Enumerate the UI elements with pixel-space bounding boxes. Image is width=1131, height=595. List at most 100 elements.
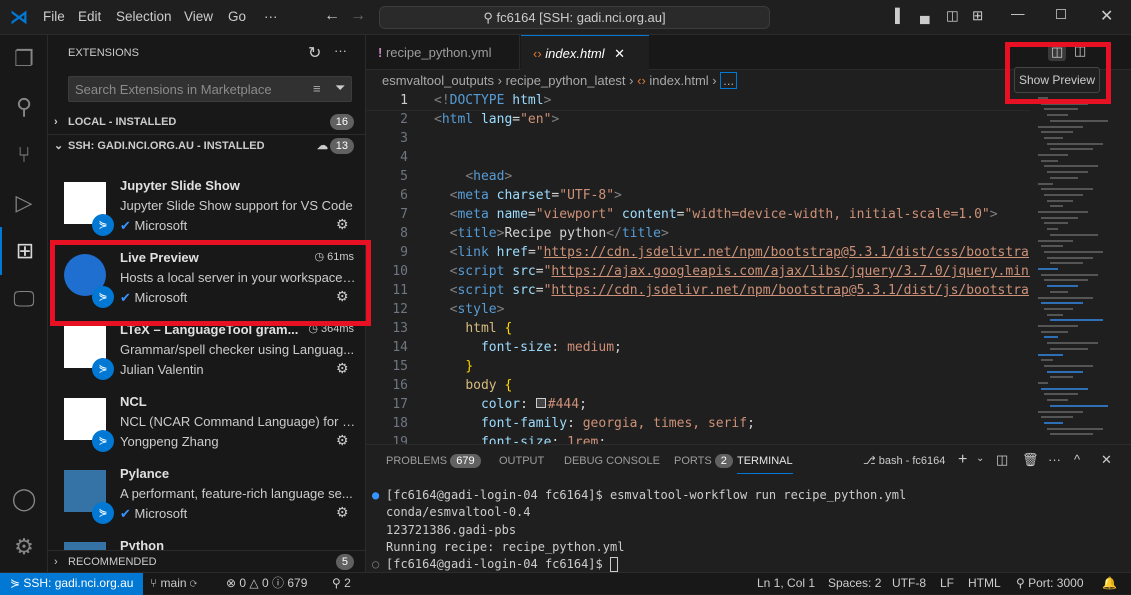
terminal-line: Running recipe: recipe_python.yml xyxy=(386,540,624,554)
problems-status[interactable]: ⊗ 0 △ 0 ⓘ 679 xyxy=(226,573,307,594)
more-actions-icon[interactable]: ··· xyxy=(1048,452,1061,467)
account-icon[interactable]: ◯ xyxy=(0,475,48,523)
forward-arrow-icon[interactable]: → xyxy=(350,7,366,25)
toggle-sidebar-icon[interactable]: ▌ xyxy=(895,8,905,23)
minimap-line xyxy=(1044,421,1063,424)
antenna-icon: ⚲ xyxy=(1016,576,1029,590)
status-bar: ⋟ SSH: gadi.nci.org.au ⑂ main ⟳ ⊗ 0 △ 0 … xyxy=(0,572,1131,595)
close-button[interactable]: ✕ xyxy=(1100,6,1113,26)
back-arrow-icon[interactable]: ← xyxy=(324,7,340,25)
breadcrumb-item[interactable]: esmvaltool_outputs xyxy=(382,73,494,88)
menu-selection[interactable]: Selection xyxy=(116,9,172,24)
code-token: head xyxy=(473,169,505,184)
maximize-panel-icon[interactable]: ^ xyxy=(1074,452,1080,467)
code-editor[interactable]: 1 <!DOCTYPE html> 2 <html lang="en"> 3 4 5 <he… xyxy=(366,91,1030,444)
remote-badge-icon: ⋟ xyxy=(92,358,114,380)
chevron-down-icon[interactable]: ⌄ xyxy=(976,453,984,464)
code-line: 15 } xyxy=(366,357,1030,376)
toggle-panel-icon[interactable]: ▄ xyxy=(920,8,930,23)
menu-edit[interactable]: Edit xyxy=(78,9,101,24)
language-mode[interactable]: HTML xyxy=(968,573,1001,594)
minimap-line xyxy=(1038,382,1048,384)
breadcrumb-item[interactable]: ... xyxy=(720,72,738,89)
clear-filter-icon[interactable]: ≡ xyxy=(313,81,321,96)
indentation[interactable]: Spaces: 2 xyxy=(828,573,881,594)
source-control-icon[interactable]: ⑂ xyxy=(0,131,48,179)
branch-status[interactable]: ⑂ main ⟳ xyxy=(150,573,197,594)
menu-view[interactable]: View xyxy=(184,9,213,24)
minimap-line xyxy=(1044,165,1098,168)
refresh-icon[interactable]: ↻ xyxy=(308,43,321,63)
minimize-button[interactable]: — xyxy=(1011,6,1025,21)
line-number: 17 xyxy=(392,397,408,412)
new-terminal-icon[interactable]: + xyxy=(958,451,967,469)
panel-tab-terminal[interactable]: TERMINAL xyxy=(737,455,793,474)
manage-gear-icon[interactable]: ⚙ xyxy=(336,216,349,233)
minimap[interactable] xyxy=(1030,93,1131,445)
section-local-installed[interactable]: › LOCAL - INSTALLED 16 xyxy=(48,111,365,133)
more-actions-icon[interactable]: ··· xyxy=(334,43,347,58)
panel-tab-output[interactable]: OUTPUT xyxy=(499,455,544,467)
section-label: RECOMMENDED xyxy=(68,556,157,568)
close-tab-icon[interactable]: ✕ xyxy=(614,46,625,61)
search-icon[interactable]: ⚲ xyxy=(0,83,48,131)
filter-icon[interactable]: ⏷ xyxy=(335,80,345,96)
extensions-icon[interactable]: ⊞ xyxy=(0,227,48,275)
remote-indicator[interactable]: ⋟ SSH: gadi.nci.org.au xyxy=(0,573,144,595)
code-line: 12 <style> xyxy=(366,300,1030,319)
breadcrumb-item[interactable]: index.html xyxy=(649,73,708,88)
encoding[interactable]: UTF-8 xyxy=(892,573,926,594)
extension-search-input[interactable]: Search Extensions in Marketplace ≡ ⏷ xyxy=(68,76,352,102)
code-token: = xyxy=(535,283,544,298)
tab-recipe-python-yml[interactable]: ! recipe_python.yml xyxy=(366,35,520,70)
section-ssh-installed[interactable]: ⌄ SSH: GADI.NCI.ORG.AU - INSTALLED ☁ 13 xyxy=(48,134,365,157)
color-swatch[interactable] xyxy=(535,398,546,408)
extension-description: Jupyter Slide Show support for VS Code xyxy=(120,198,353,213)
panel-tab-debug-console[interactable]: DEBUG CONSOLE xyxy=(564,455,660,467)
layout-icon[interactable]: ⊞ xyxy=(972,8,983,24)
code-line: 19 font-size: 1rem; xyxy=(366,433,1030,444)
settings-gear-icon[interactable]: ⚙ xyxy=(0,523,48,571)
manage-gear-icon[interactable]: ⚙ xyxy=(336,504,349,521)
code-token: > xyxy=(551,112,560,127)
extension-item[interactable]: ⋟ Jupyter Slide Show Jupyter Slide Show … xyxy=(48,170,365,242)
menu-go[interactable]: Go xyxy=(228,9,246,24)
manage-gear-icon[interactable]: ⚙ xyxy=(336,432,349,449)
terminal-cursor[interactable] xyxy=(609,557,618,573)
extension-item[interactable]: ⋟ NCL NCL (NCAR Command Language) for V.… xyxy=(48,386,365,458)
live-server-port[interactable]: ⚲ Port: 3000 xyxy=(1016,573,1084,594)
cloud-download-icon[interactable]: ☁ xyxy=(317,135,328,157)
run-debug-icon[interactable]: ▷ xyxy=(0,179,48,227)
manage-gear-icon[interactable]: ⚙ xyxy=(336,360,349,377)
cursor-position[interactable]: Ln 1, Col 1 xyxy=(757,573,815,594)
section-recommended[interactable]: › RECOMMENDED 5 xyxy=(48,550,365,572)
remote-explorer-icon[interactable]: 🖵 xyxy=(0,275,48,323)
notifications-bell-icon[interactable]: 🔔 xyxy=(1102,573,1117,594)
close-panel-icon[interactable]: ✕ xyxy=(1101,452,1112,468)
terminal-text: Running recipe: recipe_python.yml xyxy=(386,539,625,554)
split-terminal-icon[interactable]: ◫ xyxy=(996,452,1008,468)
panel-tab-ports[interactable]: PORTS 2 xyxy=(674,454,733,468)
maximize-button[interactable]: ☐ xyxy=(1055,7,1067,23)
panel-tab-problems[interactable]: PROBLEMS 679 xyxy=(386,454,481,468)
terminal-shell[interactable]: ⎇ bash - fc6164 xyxy=(863,454,945,467)
code-token: https://ajax.googleapis.com/ajax/libs/jq… xyxy=(551,264,1030,279)
breadcrumb-item[interactable]: recipe_python_latest xyxy=(506,73,626,88)
tab-index-html[interactable]: ‹› index.html ✕ xyxy=(521,35,649,71)
ports-status[interactable]: ⚲ 2 xyxy=(332,573,351,594)
command-center-search[interactable]: ⚲ fc6164 [SSH: gadi.nci.org.au] xyxy=(379,6,770,29)
explorer-icon[interactable]: ❐ xyxy=(0,35,48,83)
code-token: medium xyxy=(567,340,615,355)
extension-item[interactable]: ⋟ Pylance A performant, feature-rich lan… xyxy=(48,458,365,530)
menu-more[interactable]: ··· xyxy=(264,9,278,24)
line-endings[interactable]: LF xyxy=(940,573,954,594)
toggle-secondary-sidebar-icon[interactable]: ◫ xyxy=(946,8,959,24)
minimap-line xyxy=(1041,302,1083,305)
code-token: > xyxy=(989,207,998,222)
trash-icon[interactable]: 🗑 xyxy=(1022,452,1039,468)
publisher: ✔ Microsoft xyxy=(120,218,187,234)
menu-file[interactable]: File xyxy=(43,9,65,24)
publisher-name: Microsoft xyxy=(134,506,188,521)
